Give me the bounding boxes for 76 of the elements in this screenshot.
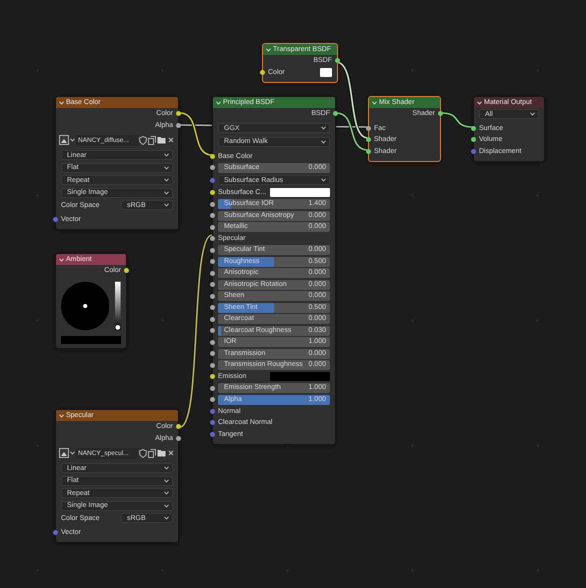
- collapse-icon[interactable]: [372, 100, 377, 104]
- socket-icon[interactable]: [366, 137, 371, 142]
- socket-icon[interactable]: [438, 111, 443, 116]
- close-icon[interactable]: [167, 136, 175, 144]
- copy-icon[interactable]: [148, 448, 156, 458]
- socket-icon[interactable]: [333, 111, 338, 116]
- socket-icon[interactable]: [210, 213, 215, 218]
- socket-icon[interactable]: [366, 126, 371, 131]
- collapse-icon[interactable]: [59, 258, 64, 262]
- shield-icon[interactable]: [139, 136, 147, 144]
- caret-icon: [164, 466, 169, 470]
- caret-icon: [321, 178, 326, 182]
- caret-icon: [321, 140, 326, 144]
- collapse-icon[interactable]: [59, 100, 64, 104]
- socket-icon[interactable]: [210, 224, 215, 230]
- socket-icon[interactable]: [210, 294, 215, 299]
- caret-icon: [164, 166, 169, 170]
- caret-icon: [321, 126, 326, 130]
- folder-icon[interactable]: [157, 136, 166, 144]
- socket-icon[interactable]: [210, 374, 215, 380]
- socket-icon[interactable]: [210, 397, 215, 402]
- socket-icon[interactable]: [210, 305, 215, 310]
- socket-icon[interactable]: [210, 202, 215, 207]
- socket-icon[interactable]: [210, 248, 215, 253]
- color-swatch[interactable]: [270, 372, 330, 382]
- socket-icon[interactable]: [124, 268, 129, 274]
- caret-icon: [164, 153, 169, 158]
- socket-icon[interactable]: [176, 436, 181, 441]
- socket-icon[interactable]: [210, 165, 215, 170]
- socket-icon[interactable]: [210, 351, 215, 356]
- socket-icon[interactable]: [471, 137, 476, 142]
- folder-icon[interactable]: [157, 449, 166, 457]
- collapse-icon[interactable]: [477, 100, 482, 104]
- socket-icon[interactable]: [260, 70, 265, 75]
- socket-icon[interactable]: [210, 282, 215, 288]
- socket-icon[interactable]: [210, 270, 215, 276]
- copy-icon[interactable]: [148, 136, 156, 144]
- shield-icon[interactable]: [139, 448, 147, 458]
- socket-icon[interactable]: [210, 328, 215, 334]
- socket-icon[interactable]: [210, 316, 215, 322]
- caret-icon: [164, 491, 169, 496]
- socket-icon[interactable]: [366, 148, 371, 154]
- socket-icon[interactable]: [210, 362, 215, 368]
- image-icon[interactable]: [59, 135, 69, 145]
- color-swatch[interactable]: [270, 188, 330, 198]
- caret-icon: [70, 451, 75, 455]
- collapse-icon[interactable]: [266, 48, 271, 52]
- caret-icon: [164, 190, 169, 195]
- color-swatch[interactable]: [320, 68, 332, 77]
- caret-icon: [530, 112, 535, 116]
- socket-icon[interactable]: [471, 126, 476, 131]
- socket-icon[interactable]: [210, 386, 215, 391]
- socket-icon[interactable]: [335, 58, 340, 64]
- socket-icon[interactable]: [210, 259, 215, 264]
- value-slider[interactable]: [115, 280, 121, 332]
- socket-icon[interactable]: [210, 154, 215, 159]
- image-icon[interactable]: [59, 448, 69, 458]
- caret-icon: [70, 138, 75, 142]
- caret-icon: [164, 504, 169, 508]
- socket-icon[interactable]: [176, 111, 181, 116]
- socket-icon[interactable]: [176, 424, 181, 430]
- close-icon[interactable]: [167, 449, 175, 457]
- caret-icon: [164, 516, 169, 520]
- collapse-icon[interactable]: [216, 100, 221, 104]
- socket-icon[interactable]: [176, 122, 181, 128]
- node-wire: [440, 111, 474, 129]
- collapse-icon[interactable]: [59, 414, 64, 418]
- socket-icon[interactable]: [210, 236, 215, 242]
- color-swatch[interactable]: [61, 336, 121, 344]
- color-wheel[interactable]: [61, 280, 110, 332]
- node-panel[interactable]: [212, 96, 336, 445]
- caret-icon: [164, 478, 169, 483]
- socket-icon[interactable]: [210, 190, 215, 196]
- socket-icon[interactable]: [210, 340, 215, 345]
- caret-icon: [164, 203, 169, 208]
- caret-icon: [164, 178, 169, 182]
